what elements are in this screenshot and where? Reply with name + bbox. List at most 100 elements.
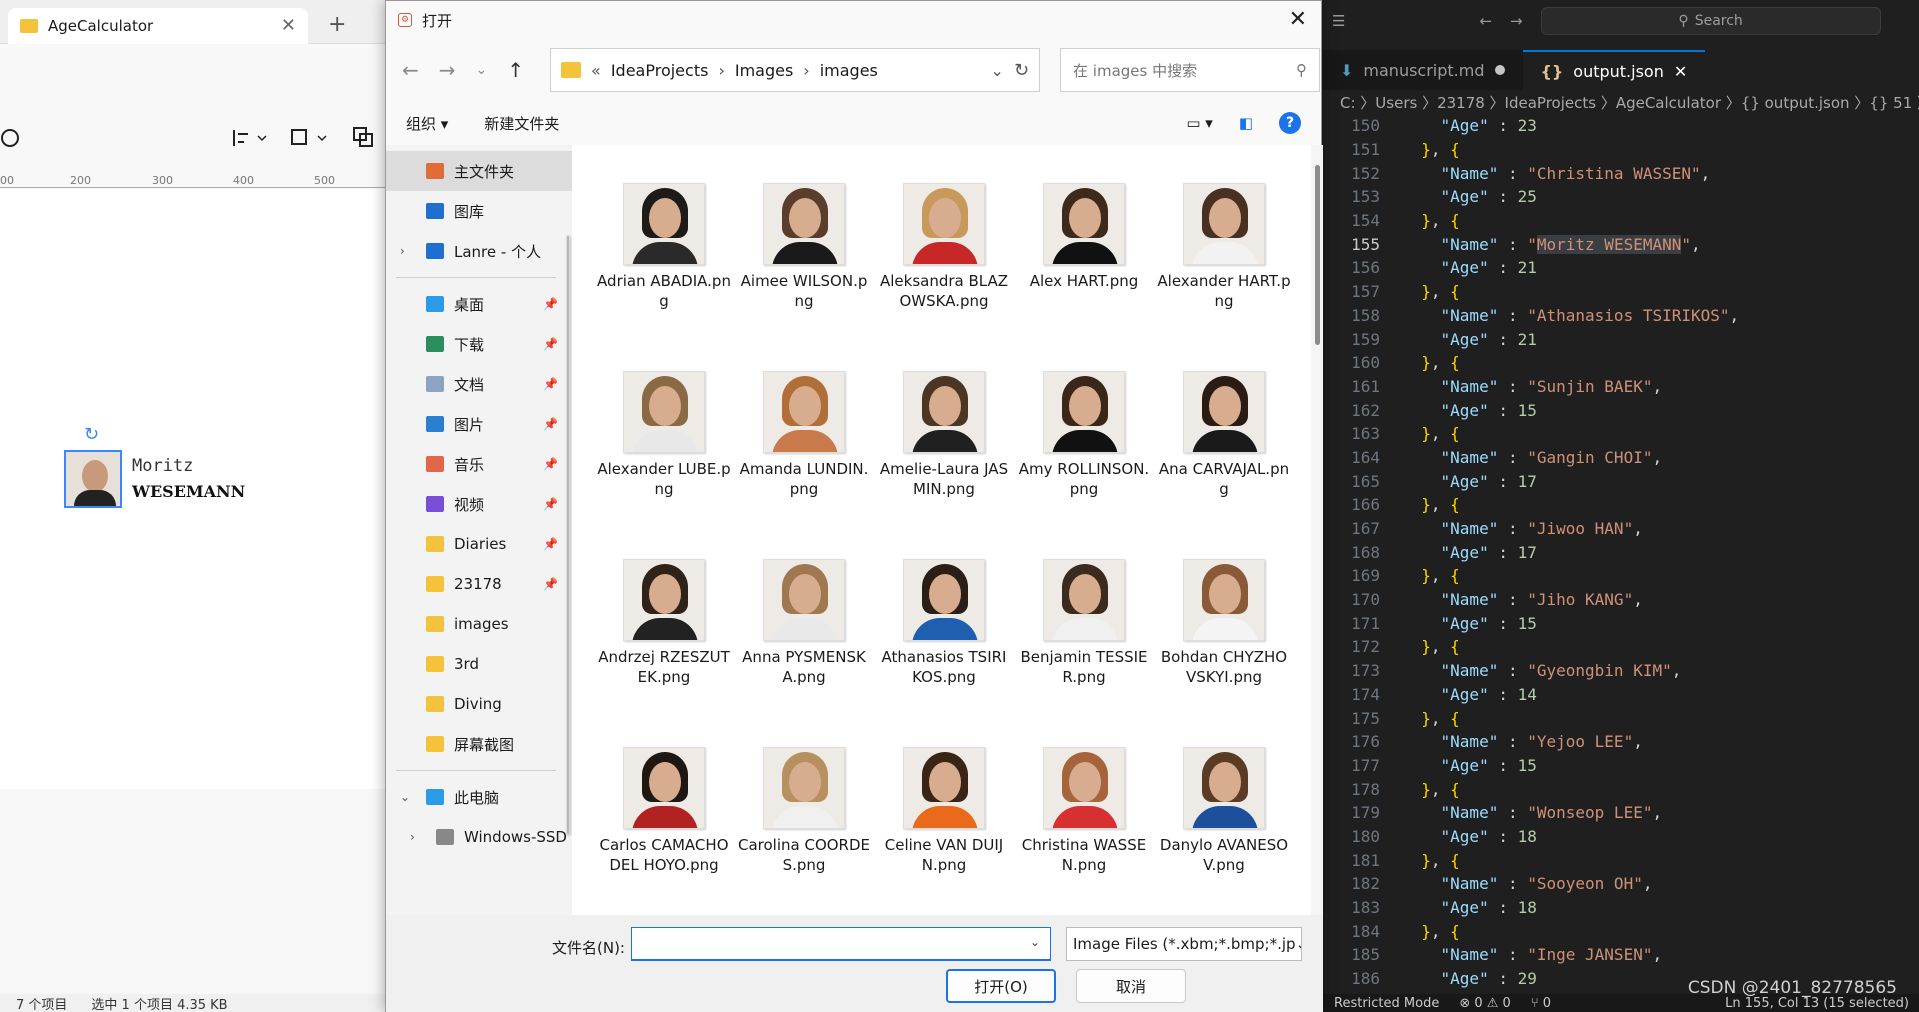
file-item[interactable]: Celine VAN DUIJN.png: [874, 747, 1014, 895]
code-line[interactable]: 152 "Name" : "Christina WASSEN",: [1322, 161, 1919, 185]
breadcrumb[interactable]: C: 〉Users 〉23178 〉IdeaProjects 〉AgeCalcu…: [1322, 90, 1919, 114]
file-item[interactable]: Anna PYSMENSKA.png: [734, 559, 874, 707]
file-scroll-thumb[interactable]: [1315, 165, 1320, 345]
code-line[interactable]: 162 "Age" : 15: [1322, 398, 1919, 422]
code-line[interactable]: 168 "Age" : 17: [1322, 540, 1919, 564]
code-line[interactable]: 179 "Name" : "Wonseop LEE",: [1322, 801, 1919, 825]
code-line[interactable]: 159 "Age" : 21: [1322, 327, 1919, 351]
code-line[interactable]: 181 }, {: [1322, 848, 1919, 872]
sidebar-item[interactable]: 视频 📌: [386, 484, 572, 524]
file-item[interactable]: Bohdan CHYZHOVSKYI.png: [1154, 559, 1294, 707]
file-scrollbar[interactable]: [1311, 145, 1323, 915]
back-icon[interactable]: ←: [1479, 12, 1492, 30]
code-line[interactable]: 157 }, {: [1322, 280, 1919, 304]
back-icon[interactable]: ←: [402, 58, 419, 82]
sidebar-item[interactable]: 图库: [386, 191, 572, 231]
command-search[interactable]: ⚲ Search: [1540, 7, 1881, 35]
code-line[interactable]: 160 }, {: [1322, 351, 1919, 375]
forward-icon[interactable]: →: [439, 58, 456, 82]
file-list[interactable]: Adrian ABADIA.png Aimee WILSON.png Aleksan…: [572, 145, 1323, 915]
organize-button[interactable]: 组织 ▾: [406, 113, 448, 134]
chevron-down-icon[interactable]: ⌄: [1030, 935, 1040, 949]
code-line[interactable]: 167 "Name" : "Jiwoo HAN",: [1322, 517, 1919, 541]
problems-count[interactable]: ⊗ 0 ⚠ 0: [1459, 996, 1511, 1011]
code-line[interactable]: 172 }, {: [1322, 635, 1919, 659]
code-line[interactable]: 166 }, {: [1322, 493, 1919, 517]
file-item[interactable]: Athanasios TSIRIKOS.png: [874, 559, 1014, 707]
file-item[interactable]: Alex HART.png: [1014, 183, 1154, 331]
code-line[interactable]: 180 "Age" : 18: [1322, 825, 1919, 849]
file-item[interactable]: Carlos CAMACHO DEL HOYO.png: [594, 747, 734, 895]
file-item[interactable]: Christina WASSEN.png: [1014, 747, 1154, 895]
help-icon[interactable]: ?: [1279, 112, 1301, 134]
menu-icon[interactable]: ☰: [1332, 12, 1345, 30]
code-line[interactable]: 175 }, {: [1322, 706, 1919, 730]
view-icon[interactable]: ▭ ▾: [1186, 114, 1212, 132]
file-item[interactable]: Danylo AVANESOV.png: [1154, 747, 1294, 895]
bg-tab[interactable]: AgeCalculator ✕: [8, 7, 308, 44]
new-folder-button[interactable]: 新建文件夹: [484, 113, 559, 134]
chevron-down-icon[interactable]: ⌄: [400, 790, 410, 804]
code-line[interactable]: 185 "Name" : "Inge JANSEN",: [1322, 943, 1919, 967]
restricted-mode[interactable]: Restricted Mode: [1334, 996, 1439, 1011]
address-overflow[interactable]: «: [591, 61, 601, 80]
chevron-right-icon[interactable]: ›: [400, 244, 405, 258]
code-line[interactable]: 173 "Name" : "Gyeongbin KIM",: [1322, 659, 1919, 683]
sidebar-item[interactable]: Diving: [386, 684, 572, 724]
file-item[interactable]: Benjamin TESSIER.png: [1014, 559, 1154, 707]
crumb-ideaprojects[interactable]: IdeaProjects: [611, 61, 709, 80]
chevron-right-icon[interactable]: ›: [410, 830, 415, 844]
close-icon[interactable]: ✕: [1674, 62, 1687, 81]
file-item[interactable]: Alexander HART.png: [1154, 183, 1294, 331]
address-bar[interactable]: « IdeaProjects › Images › images ⌄ ↻: [550, 48, 1041, 92]
editor-tab[interactable]: ⬇ manuscript.md: [1322, 50, 1523, 90]
cancel-button[interactable]: 取消: [1076, 969, 1186, 1003]
open-button[interactable]: 打开(O): [946, 969, 1056, 1003]
code-line[interactable]: 169 }, {: [1322, 564, 1919, 588]
sidebar-item[interactable]: › Windows-SSD: [386, 817, 572, 857]
code-line[interactable]: 151 }, {: [1322, 138, 1919, 162]
sidebar-item[interactable]: 音乐 📌: [386, 444, 572, 484]
code-line[interactable]: 161 "Name" : "Sunjin BAEK",: [1322, 375, 1919, 399]
sidebar-item[interactable]: 桌面 📌: [386, 284, 572, 324]
code-line[interactable]: 163 }, {: [1322, 422, 1919, 446]
sidebar-item[interactable]: Diaries 📌: [386, 524, 572, 564]
code-editor[interactable]: 150 "Age" : 23 151 }, {152 "Name" : "Chri…: [1322, 114, 1919, 994]
sidebar-item[interactable]: 图片 📌: [386, 404, 572, 444]
crumb-images-parent[interactable]: Images: [735, 61, 793, 80]
filetype-select[interactable]: Image Files (*.xbm;*.bmp;*.jp ⌄: [1066, 927, 1302, 961]
code-line[interactable]: 158 "Name" : "Athanasios TSIRIKOS",: [1322, 304, 1919, 328]
file-item[interactable]: Adrian ABADIA.png: [594, 183, 734, 331]
ports-count[interactable]: ⑂ 0: [1531, 996, 1551, 1011]
code-line[interactable]: 165 "Age" : 17: [1322, 469, 1919, 493]
file-item[interactable]: Amanda LUNDIN.png: [734, 371, 874, 519]
refresh-icon[interactable]: ↻: [1014, 60, 1029, 81]
code-line[interactable]: 177 "Age" : 15: [1322, 754, 1919, 778]
code-line[interactable]: 184 }, {: [1322, 919, 1919, 943]
crumb-images[interactable]: images: [820, 61, 878, 80]
rotate-icon[interactable]: ↻: [84, 424, 99, 445]
code-line[interactable]: 178 }, {: [1322, 777, 1919, 801]
sidebar-item[interactable]: 屏幕截图: [386, 724, 572, 764]
code-line[interactable]: 154 }, {: [1322, 209, 1919, 233]
card-photo[interactable]: [64, 450, 122, 508]
file-item[interactable]: Andrzej RZESZUTEK.png: [594, 559, 734, 707]
code-line[interactable]: 156 "Age" : 21: [1322, 256, 1919, 280]
up-icon[interactable]: ↑: [507, 58, 524, 82]
new-tab-icon[interactable]: +: [328, 12, 346, 37]
file-item[interactable]: Aleksandra BLAZOWSKA.png: [874, 183, 1014, 331]
file-item[interactable]: Alexander LUBE.png: [594, 371, 734, 519]
code-line[interactable]: 155 "Name" : "Moritz WESEMANN",: [1322, 232, 1919, 256]
sidebar-item[interactable]: images: [386, 604, 572, 644]
preview-pane-icon[interactable]: ◧: [1239, 114, 1253, 132]
sidebar-item[interactable]: 文档 📌: [386, 364, 572, 404]
sidebar-item[interactable]: 23178 📌: [386, 564, 572, 604]
code-line[interactable]: 176 "Name" : "Yejoo LEE",: [1322, 730, 1919, 754]
sidebar-item[interactable]: ⌄ 此电脑: [386, 777, 572, 817]
sidebar-item[interactable]: 主文件夹: [386, 151, 572, 191]
file-item[interactable]: Aimee WILSON.png: [734, 183, 874, 331]
code-line[interactable]: 183 "Age" : 18: [1322, 896, 1919, 920]
close-icon[interactable]: ✕: [1289, 7, 1307, 32]
code-line[interactable]: 171 "Age" : 15: [1322, 611, 1919, 635]
navigation-pane[interactable]: 主文件夹 图库 › Lanre - 个人 桌面 📌 下载 📌 文档 📌 图片 📌 音乐 📌 视频 📌 Diari…: [386, 145, 572, 915]
